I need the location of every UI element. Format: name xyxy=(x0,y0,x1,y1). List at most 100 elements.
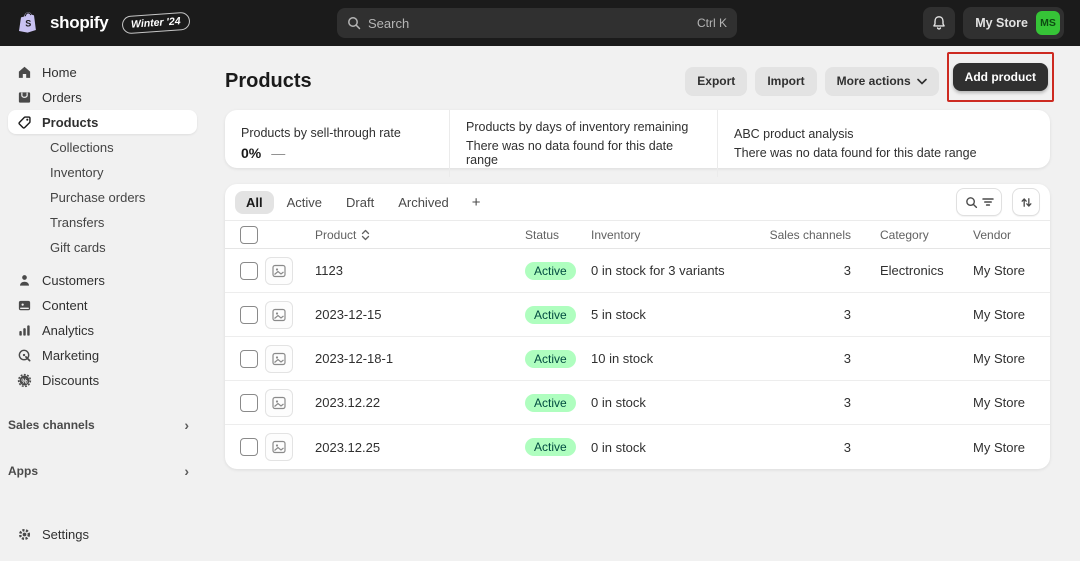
image-placeholder-icon xyxy=(272,264,286,278)
tab-all[interactable]: All xyxy=(235,191,274,214)
column-header-inventory[interactable]: Inventory xyxy=(591,228,741,242)
product-thumbnail xyxy=(265,345,293,373)
tab-draft[interactable]: Draft xyxy=(335,191,385,214)
sidebar-item-label: Inventory xyxy=(50,165,103,180)
section-label: Sales channels xyxy=(8,418,95,432)
store-menu-button[interactable]: My Store MS xyxy=(963,7,1064,39)
filter-icon xyxy=(982,196,994,208)
sidebar-item-orders[interactable]: Orders xyxy=(8,85,197,109)
sales-channels-cell: 3 xyxy=(741,440,851,455)
sidebar-item-customers[interactable]: Customers xyxy=(8,268,197,292)
stat-abc-analysis[interactable]: ABC product analysis There was no data f… xyxy=(717,110,1050,177)
svg-text:%: % xyxy=(21,378,28,385)
customers-icon xyxy=(16,272,32,288)
annotation-highlight-box: Add product xyxy=(947,52,1054,102)
table-row[interactable]: 1123 Active 0 in stock for 3 variants 3 … xyxy=(225,249,1050,293)
add-product-button[interactable]: Add product xyxy=(953,63,1048,91)
stat-sell-through-rate[interactable]: Products by sell-through rate 0% — xyxy=(225,110,449,177)
status-badge: Active xyxy=(525,350,576,368)
shopify-bag-icon: S xyxy=(16,10,42,36)
row-checkbox[interactable] xyxy=(240,306,258,324)
inventory-cell: 0 in stock xyxy=(591,440,741,455)
bell-icon xyxy=(931,15,947,31)
sidebar-item-discounts[interactable]: % Discounts xyxy=(8,368,197,392)
table-tabs: All Active Draft Archived + xyxy=(225,184,1050,220)
sidebar-section-apps[interactable]: Apps › xyxy=(8,460,197,482)
sales-channels-cell: 3 xyxy=(741,307,851,322)
sidebar-item-home[interactable]: Home xyxy=(8,60,197,84)
sidebar-item-label: Transfers xyxy=(50,215,104,230)
search-icon xyxy=(347,16,361,30)
product-thumbnail xyxy=(265,389,293,417)
sort-button[interactable] xyxy=(1012,188,1040,216)
sidebar-item-purchase-orders[interactable]: Purchase orders xyxy=(8,185,197,209)
image-placeholder-icon xyxy=(272,396,286,410)
inventory-cell: 0 in stock for 3 variants xyxy=(591,263,741,278)
page-title: Products xyxy=(225,70,312,93)
table-row[interactable]: 2023-12-18-1 Active 10 in stock 3 My Sto… xyxy=(225,337,1050,381)
row-checkbox[interactable] xyxy=(240,350,258,368)
sort-carets-icon xyxy=(360,229,371,241)
product-name[interactable]: 2023-12-15 xyxy=(315,307,525,322)
product-name[interactable]: 2023-12-18-1 xyxy=(315,351,525,366)
sidebar-item-gift-cards[interactable]: Gift cards xyxy=(8,235,197,259)
column-header-category[interactable]: Category xyxy=(851,228,971,242)
column-header-sales-channels[interactable]: Sales channels xyxy=(741,228,851,242)
column-header-status[interactable]: Status xyxy=(525,228,591,242)
import-button[interactable]: Import xyxy=(755,67,816,95)
sidebar-item-label: Settings xyxy=(42,527,89,542)
shopify-logo[interactable]: S shopify Winter '24 xyxy=(16,10,190,36)
product-name[interactable]: 2023.12.22 xyxy=(315,395,525,410)
products-tag-icon xyxy=(16,114,32,130)
product-name[interactable]: 2023.12.25 xyxy=(315,440,525,455)
table-row[interactable]: 2023.12.25 Active 0 in stock 3 My Store xyxy=(225,425,1050,469)
sidebar-item-analytics[interactable]: Analytics xyxy=(8,318,197,342)
main-content: Products Export Import More actions Add … xyxy=(205,46,1080,561)
column-label: Product xyxy=(315,228,356,242)
sidebar-item-label: Content xyxy=(42,298,88,313)
sidebar-section-sales-channels[interactable]: Sales channels › xyxy=(8,414,197,436)
more-actions-button[interactable]: More actions xyxy=(825,67,939,95)
tab-archived[interactable]: Archived xyxy=(387,191,460,214)
stat-message: There was no data found for this date ra… xyxy=(734,146,1034,160)
sidebar-item-transfers[interactable]: Transfers xyxy=(8,210,197,234)
select-all-checkbox[interactable] xyxy=(240,226,258,244)
table-row[interactable]: 2023-12-15 Active 5 in stock 3 My Store xyxy=(225,293,1050,337)
image-placeholder-icon xyxy=(272,352,286,366)
export-button[interactable]: Export xyxy=(685,67,747,95)
table-row[interactable]: 2023.12.22 Active 0 in stock 3 My Store xyxy=(225,381,1050,425)
vendor-cell: My Store xyxy=(971,307,1050,322)
stat-days-of-inventory[interactable]: Products by days of inventory remaining … xyxy=(449,110,717,177)
topbar-right: My Store MS xyxy=(923,7,1064,39)
search-and-filter-button[interactable] xyxy=(956,188,1002,216)
sidebar-item-inventory[interactable]: Inventory xyxy=(8,160,197,184)
vendor-cell: My Store xyxy=(971,263,1050,278)
notifications-button[interactable] xyxy=(923,7,955,39)
column-header-product[interactable]: Product xyxy=(315,228,525,242)
inventory-cell: 10 in stock xyxy=(591,351,741,366)
sidebar-item-products[interactable]: Products xyxy=(8,110,197,134)
svg-text:S: S xyxy=(25,19,31,29)
sidebar-item-label: Marketing xyxy=(42,348,99,363)
row-checkbox[interactable] xyxy=(240,438,258,456)
sidebar-item-content[interactable]: Content xyxy=(8,293,197,317)
image-placeholder-icon xyxy=(272,440,286,454)
sidebar-item-marketing[interactable]: Marketing xyxy=(8,343,197,367)
column-header-vendor[interactable]: Vendor xyxy=(971,228,1050,242)
tab-active[interactable]: Active xyxy=(276,191,333,214)
add-view-button[interactable]: + xyxy=(462,192,491,213)
sidebar-item-label: Customers xyxy=(42,273,105,288)
chevron-right-icon: › xyxy=(184,417,189,433)
store-name: My Store xyxy=(975,16,1028,30)
sidebar-item-label: Analytics xyxy=(42,323,94,338)
row-checkbox[interactable] xyxy=(240,262,258,280)
sidebar-item-collections[interactable]: Collections xyxy=(8,135,197,159)
search-input[interactable]: Search Ctrl K xyxy=(337,8,737,38)
search-icon xyxy=(965,196,978,209)
stat-message: There was no data found for this date ra… xyxy=(466,139,701,167)
product-name[interactable]: 1123 xyxy=(315,263,525,278)
stat-title: Products by sell-through rate xyxy=(241,126,433,140)
sidebar-item-settings[interactable]: Settings xyxy=(8,522,197,546)
row-checkbox[interactable] xyxy=(240,394,258,412)
analytics-summary-card: Products by sell-through rate 0% — Produ… xyxy=(225,110,1050,168)
